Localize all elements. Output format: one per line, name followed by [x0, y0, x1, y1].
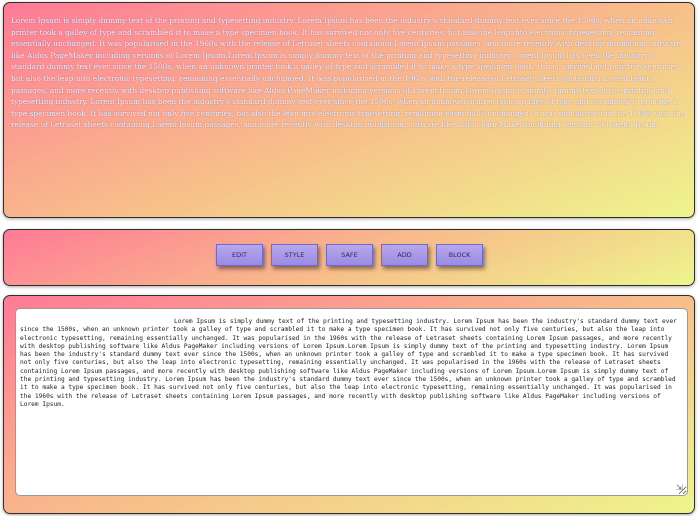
toolbar: EDIT STYLE SAFE ADD BLOCK	[216, 244, 483, 266]
editor-textarea[interactable]: Lorem Ipsum is simply dummy text of the …	[15, 308, 688, 496]
editor-text[interactable]: Lorem Ipsum is simply dummy text of the …	[20, 318, 683, 409]
toolbar-panel: EDIT STYLE SAFE ADD BLOCK	[3, 229, 695, 286]
preview-panel: Lorem Ipsum is simply dummy text of the …	[3, 2, 695, 218]
resize-grip-icon[interactable]: ⇲	[676, 484, 684, 492]
edit-button[interactable]: EDIT	[216, 244, 263, 266]
save-button[interactable]: SAFE	[326, 244, 373, 266]
style-button[interactable]: STYLE	[271, 244, 318, 266]
preview-text: Lorem Ipsum is simply dummy text of the …	[11, 16, 686, 130]
block-button[interactable]: BLOCK	[436, 244, 483, 266]
editor-panel: Lorem Ipsum is simply dummy text of the …	[3, 295, 695, 514]
add-button[interactable]: ADD	[381, 244, 428, 266]
